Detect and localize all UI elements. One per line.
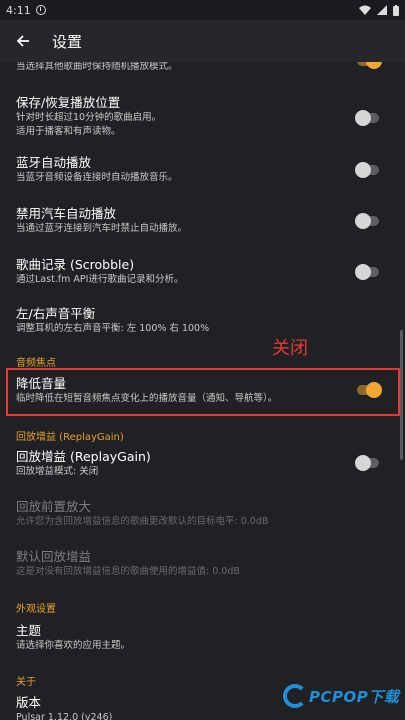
annotation-label: 关闭	[272, 338, 308, 359]
setting-title: 禁用汽车自动播放	[16, 206, 117, 221]
setting-sub-2: 适用于播客和有声读物。	[16, 126, 121, 137]
setting-title: 蓝牙自动播放	[16, 155, 92, 170]
resume-toggle[interactable]	[355, 110, 379, 126]
setting-title: 歌曲记录 (Scrobble)	[16, 257, 135, 272]
setting-sub: 通过Last.fm API进行歌曲记录和分析。	[16, 274, 184, 285]
setting-sub: 当蓝牙音频设备连接时自动播放音乐。	[16, 172, 178, 183]
section-appearance: 外观设置	[16, 604, 56, 615]
back-button[interactable]	[0, 20, 46, 62]
setting-title: 保存/恢复播放位置	[16, 95, 121, 110]
setting-shuffle[interactable]: 当选择其他歌曲时保持随机播放模式。	[0, 62, 405, 74]
setting-sub: 针对时长超过10分钟的歌曲启用。	[16, 112, 162, 123]
setting-replaygain[interactable]: 回放增益 (ReplayGain) 回放增益模式: 关闭	[0, 448, 405, 479]
section-audio-focus: 音频焦点	[16, 358, 56, 369]
battery-icon	[393, 4, 399, 16]
setting-title: 左/右声音平衡	[16, 306, 96, 321]
setting-default-gain: 默认回放增益 这是对没有回放增益信息的歌曲使用的增益值: 0.0dB	[0, 548, 405, 579]
setting-sub: 请选择你喜欢的应用主题。	[16, 640, 131, 651]
status-bar: 4:11	[0, 0, 405, 20]
shuffle-toggle[interactable]	[357, 62, 382, 69]
setting-sub: 当通过蓝牙连接到汽车时禁止自动播放。	[16, 223, 188, 234]
setting-sub: Pulsar 1.12.0 (v246)	[16, 712, 113, 720]
watermark-logo-icon	[283, 684, 307, 708]
watermark-text: PCPOP下载	[309, 687, 400, 706]
section-about: 关于	[16, 677, 36, 688]
setting-title: 默认回放增益	[16, 549, 92, 564]
alarm-icon	[35, 5, 46, 15]
setting-preamp: 回放前置放大 允许您为含回放增益信息的歌曲更改默认的目标电平: 0.0dB	[0, 498, 405, 529]
signal-icon	[377, 5, 387, 15]
scrobble-toggle[interactable]	[355, 264, 379, 280]
setting-balance[interactable]: 左/右声音平衡 调整耳机的左右声音平衡: 左 100% 右 100%	[0, 305, 405, 336]
replaygain-toggle[interactable]	[355, 455, 379, 471]
setting-sub: 回放增益模式: 关闭	[16, 466, 99, 477]
scrollbar[interactable]	[400, 330, 403, 460]
status-time: 4:11	[6, 3, 31, 17]
setting-sub: 这是对没有回放增益信息的歌曲使用的增益值: 0.0dB	[16, 566, 240, 577]
section-replaygain: 回放增益 (ReplayGain)	[16, 432, 124, 443]
setting-bluetooth[interactable]: 蓝牙自动播放 当蓝牙音频设备连接时自动播放音乐。	[0, 154, 405, 185]
setting-sub: 允许您为含回放增益信息的歌曲更改默认的目标电平: 0.0dB	[16, 516, 269, 527]
watermark: PCPOP下载	[283, 684, 399, 708]
setting-sub: 调整耳机的左右声音平衡: 左 100% 右 100%	[16, 323, 210, 334]
setting-sub: 当选择其他歌曲时保持随机播放模式。	[16, 62, 178, 72]
wifi-icon	[359, 5, 371, 15]
page-title: 设置	[52, 32, 83, 51]
setting-title: 回放前置放大	[16, 499, 92, 514]
settings-list: 当选择其他歌曲时保持随机播放模式。 保存/恢复播放位置 针对时长超过10分钟的歌…	[0, 62, 405, 720]
setting-theme[interactable]: 主题 请选择你喜欢的应用主题。	[0, 622, 405, 653]
setting-resume[interactable]: 保存/恢复播放位置 针对时长超过10分钟的歌曲启用。 适用于播客和有声读物。	[0, 94, 405, 139]
setting-title: 主题	[16, 623, 42, 638]
setting-car[interactable]: 禁用汽车自动播放 当通过蓝牙连接到汽车时禁止自动播放。	[0, 205, 405, 236]
setting-scrobble[interactable]: 歌曲记录 (Scrobble) 通过Last.fm API进行歌曲记录和分析。	[0, 256, 405, 287]
arrow-back-icon	[16, 35, 29, 47]
setting-title: 回放增益 (ReplayGain)	[16, 449, 151, 464]
bluetooth-toggle[interactable]	[355, 162, 379, 178]
car-toggle[interactable]	[355, 213, 379, 229]
highlight-box	[6, 368, 400, 416]
app-bar: 设置	[0, 20, 405, 62]
